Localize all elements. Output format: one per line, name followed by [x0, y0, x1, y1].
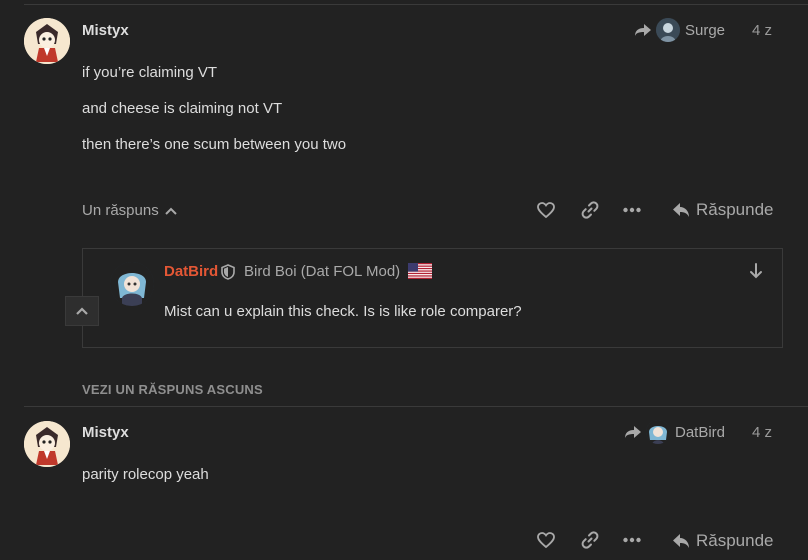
reply-to-indicator[interactable]: Surge	[634, 18, 725, 42]
reply-icon	[673, 203, 689, 217]
post-text-line: and cheese is claiming not VT	[82, 100, 283, 117]
like-heart-icon[interactable]	[536, 200, 556, 220]
avatar[interactable]	[24, 18, 70, 64]
reply-arrow-icon	[635, 24, 651, 36]
post-date[interactable]: 4 z	[752, 424, 772, 441]
reply-to-avatar	[646, 420, 670, 444]
reply-to-indicator[interactable]: DatBird	[624, 420, 725, 444]
reply-button[interactable]: Răspunde	[672, 200, 774, 220]
reply-button-label: Răspunde	[696, 531, 774, 550]
shield-icon	[221, 264, 235, 280]
embedded-reply-text: Mist can u explain this check. Is is lik…	[164, 303, 522, 320]
embedded-user-title: Bird Boi (Dat FOL Mod)	[244, 263, 401, 280]
reply-to-avatar	[656, 18, 680, 42]
post-divider	[24, 4, 808, 5]
chevron-up-icon	[165, 207, 177, 215]
chevron-up-icon	[76, 307, 88, 315]
link-icon[interactable]	[580, 530, 600, 550]
embedded-avatar[interactable]	[110, 262, 154, 306]
reply-button-label: Răspunde	[696, 200, 774, 219]
us-flag-icon	[408, 263, 432, 279]
post-username[interactable]: Mistyx	[82, 22, 129, 39]
post-username[interactable]: Mistyx	[82, 424, 129, 441]
more-options-icon[interactable]	[622, 530, 642, 550]
reply-arrow-icon	[625, 426, 641, 438]
like-heart-icon[interactable]	[536, 530, 556, 550]
link-icon[interactable]	[580, 200, 600, 220]
replies-count-label: Un răspuns	[82, 202, 159, 219]
reply-icon	[673, 534, 689, 548]
avatar[interactable]	[24, 421, 70, 467]
post-text-line: if you’re claiming VT	[82, 64, 218, 81]
collapse-embedded-button[interactable]	[65, 296, 99, 326]
replies-toggle-button[interactable]: Un răspuns	[82, 202, 177, 219]
post-date[interactable]: 4 z	[752, 22, 772, 39]
post-text-line: then there’s one scum between you two	[82, 136, 347, 153]
more-options-icon[interactable]	[622, 200, 642, 220]
reply-button[interactable]: Răspunde	[672, 531, 774, 551]
embedded-username[interactable]: DatBird	[164, 263, 218, 280]
reply-to-username: DatBird	[675, 423, 726, 441]
arrow-down-icon[interactable]	[748, 262, 764, 280]
post-text-line: parity rolecop yeah	[82, 466, 209, 483]
post-divider	[24, 406, 808, 407]
reply-to-username: Surge	[685, 21, 726, 39]
show-hidden-reply-link[interactable]: VEZI UN RĂSPUNS ASCUNS	[82, 382, 263, 397]
